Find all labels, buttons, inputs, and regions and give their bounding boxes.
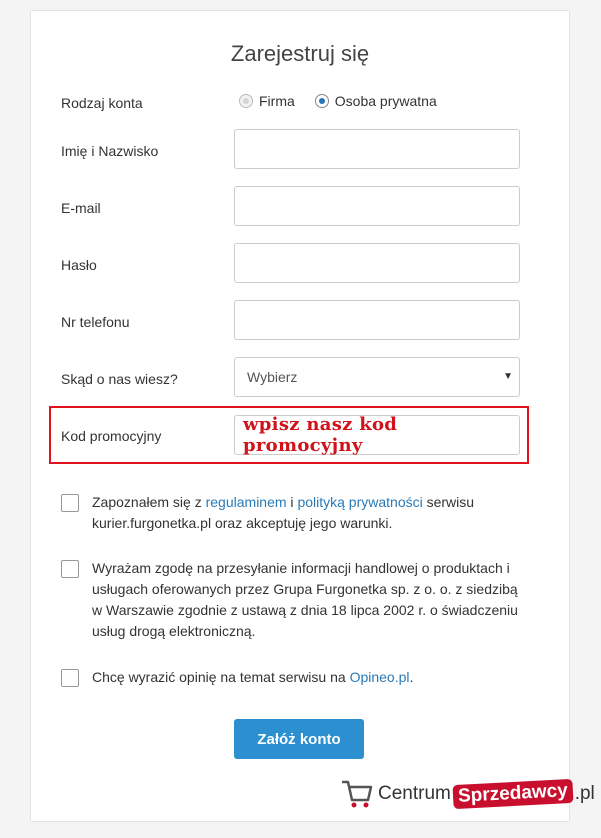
opineo-suffix: .	[409, 669, 414, 685]
page-title: Zarejestruj się	[230, 41, 370, 66]
radio-osoba-prywatna[interactable]: Osoba prywatna	[314, 93, 437, 109]
radio-osoba-prywatna-label: Osoba prywatna	[334, 93, 437, 109]
centrum-sprzedawcy-watermark: Centrum Sprzedawcy .pl	[340, 778, 595, 810]
promo-label: Kod promocyjny	[61, 428, 162, 444]
radio-firma-circle[interactable]	[239, 94, 253, 108]
opineo-link[interactable]: Opineo.pl	[350, 669, 410, 685]
account-type-label: Rodzaj konta	[61, 95, 143, 111]
source-select[interactable]: Wybierz ▼	[234, 357, 520, 397]
promo-code-field[interactable]: wpisz nasz kod promocyjny	[234, 414, 520, 456]
create-account-button[interactable]: Załóż konto	[234, 719, 364, 759]
password-field[interactable]	[234, 243, 520, 283]
caret-down-icon: ▼	[503, 371, 513, 382]
watermark-prefix: Centrum	[378, 783, 451, 804]
email-label: E-mail	[61, 200, 101, 216]
email-field[interactable]	[234, 186, 520, 226]
marketing-consent-row: Wyrażam zgodę na przesyłanie informacji …	[61, 558, 522, 642]
terms-prefix: Zapoznałem się z	[92, 494, 206, 510]
watermark-suffix: .pl	[574, 783, 595, 804]
source-select-value: Wybierz	[247, 369, 298, 385]
opineo-prefix: Chcę wyrazić opinię na temat serwisu na	[92, 669, 350, 685]
marketing-checkbox[interactable]	[61, 560, 79, 578]
radio-firma[interactable]: Firma	[239, 93, 295, 109]
terms-link[interactable]: regulaminem	[206, 494, 287, 510]
account-type-radio-group: Firma Osoba prywatna	[239, 93, 457, 109]
shopping-cart-icon	[342, 780, 373, 808]
password-label: Hasło	[61, 257, 97, 273]
phone-label: Nr telefonu	[61, 314, 130, 330]
privacy-policy-link[interactable]: polityką prywatności	[297, 494, 422, 510]
phone-field[interactable]	[234, 300, 520, 340]
watermark-badge: Sprzedawcy	[452, 778, 574, 810]
terms-consent-row: Zapoznałem się z regulaminem i polityką …	[61, 492, 522, 534]
registration-card: Zarejestruj się Rodzaj konta Firma Osoba…	[30, 10, 570, 822]
marketing-consent-text: Wyrażam zgodę na przesyłanie informacji …	[92, 560, 518, 639]
opineo-checkbox[interactable]	[61, 669, 79, 687]
terms-consent-text: Zapoznałem się z regulaminem i polityką …	[92, 492, 522, 534]
opineo-consent-row: Chcę wyrazić opinię na temat serwisu na …	[61, 667, 522, 688]
name-label: Imię i Nazwisko	[61, 143, 159, 159]
terms-and: i	[286, 494, 298, 510]
opineo-consent-text: Chcę wyrazić opinię na temat serwisu na …	[92, 667, 522, 688]
radio-firma-label: Firma	[259, 93, 295, 109]
source-label: Skąd o nas wiesz?	[61, 371, 178, 387]
name-field[interactable]	[234, 129, 520, 169]
terms-checkbox[interactable]	[61, 494, 79, 512]
radio-osoba-prywatna-circle[interactable]	[314, 94, 329, 108]
